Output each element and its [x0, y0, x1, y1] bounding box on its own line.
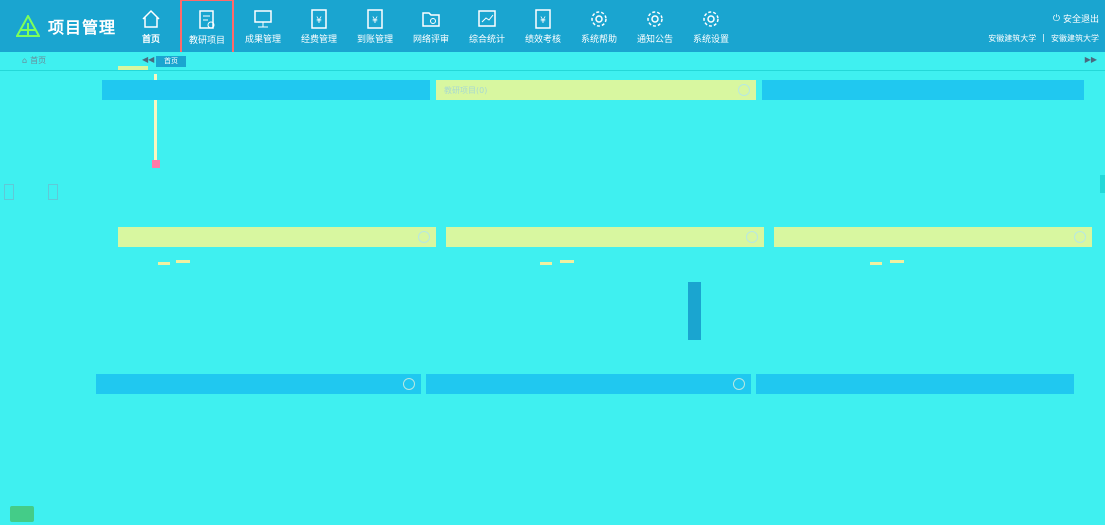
tab-home-label: 首页: [30, 56, 47, 65]
highlight-bar: [118, 66, 148, 70]
tab-scroll-right-button[interactable]: ▶▶: [1085, 55, 1097, 64]
nav-label: 系统设置: [692, 34, 729, 45]
nav-label: 网络评审: [412, 34, 449, 45]
gear-icon: [647, 10, 663, 27]
nav-label: 经费管理: [300, 34, 337, 45]
tab-scroll-left-button[interactable]: ◀◀: [142, 55, 154, 64]
panel-header-bottom-right: [756, 374, 1074, 394]
app-brand: 项目管理: [0, 0, 125, 52]
legend-swatch: [540, 262, 552, 265]
nav-item-funds[interactable]: ¥ 经费管理: [293, 0, 345, 52]
folder-review-icon: [422, 11, 440, 27]
nav-label: 绩效考核: [524, 34, 561, 45]
chart-header-1: [118, 227, 436, 247]
home-icon: [142, 9, 160, 28]
user-name: 安徽建筑大学: [1051, 34, 1099, 43]
tab-active[interactable]: 首页: [156, 56, 186, 67]
chart-bar: [688, 282, 701, 340]
logout-label: 安全退出: [1062, 15, 1099, 25]
nav-item-online-review[interactable]: 网络评审: [405, 0, 457, 52]
legend-swatch: [158, 262, 170, 265]
nav-item-receipts[interactable]: ¥ 到账管理: [349, 0, 401, 52]
left-panel: [0, 70, 100, 525]
download-icon[interactable]: [733, 378, 745, 390]
legend-swatch: [890, 260, 904, 263]
separator: |: [1042, 33, 1045, 42]
legend-swatch: [176, 260, 190, 263]
legend-swatch: [870, 262, 882, 265]
power-icon: ⏻: [1052, 13, 1060, 24]
nav-label: 通知公告: [636, 34, 673, 45]
chat-button[interactable]: [10, 506, 34, 522]
tab-home[interactable]: ⌂ 首页: [22, 55, 46, 66]
user-info: 安徽建筑大学 | 安徽建筑大学: [988, 33, 1099, 44]
project-doc-icon: [199, 9, 215, 29]
org-name: 安徽建筑大学: [988, 34, 1037, 43]
refresh-icon[interactable]: [418, 231, 430, 243]
nav-item-teaching-projects[interactable]: 教研项目: [180, 0, 234, 55]
drag-handle[interactable]: [152, 160, 160, 168]
panel-title: 教研项目(0): [444, 85, 488, 95]
nav-item-notices[interactable]: 通知公告: [629, 0, 681, 52]
nav-label: 到账管理: [356, 34, 393, 45]
refresh-icon[interactable]: [403, 378, 415, 390]
yuan-doc-icon: ¥: [367, 8, 383, 29]
scrollbar[interactable]: [1100, 175, 1105, 193]
svg-text:¥: ¥: [540, 16, 546, 26]
home-icon: ⌂: [22, 56, 28, 65]
nav-item-settings[interactable]: 系统设置: [685, 0, 737, 52]
nav-item-help[interactable]: 系统帮助: [573, 0, 625, 52]
logout-button[interactable]: ⏻ 安全退出: [1052, 12, 1099, 26]
tab-bar: ⌂ 首页 ◀◀ 首页 ▶▶: [0, 52, 1105, 71]
svg-text:¥: ¥: [316, 16, 322, 26]
yuan-doc-icon: ¥: [311, 8, 327, 29]
chart-header-3: [774, 227, 1092, 247]
chart-header-2: [446, 227, 764, 247]
logo-icon: [16, 15, 40, 37]
app-title: 项目管理: [48, 18, 117, 37]
nav-item-home[interactable]: 首页: [125, 0, 177, 52]
panel-header-teaching-projects: 教研项目(0): [436, 80, 756, 100]
nav-label: 教研项目: [188, 35, 225, 46]
gear-icon: [591, 10, 607, 27]
panel-header-right: [762, 80, 1084, 100]
sidebar-button[interactable]: [48, 184, 58, 200]
presentation-icon: [254, 9, 272, 27]
top-navigation-bar: 项目管理 首页 教研项目 成果管理 ¥ 经费管理 ¥ 到账管理 网络评审 综合统…: [0, 0, 1105, 55]
panel-header-left: [102, 80, 430, 100]
svg-text:¥: ¥: [372, 16, 378, 26]
yuan-doc-icon: ¥: [535, 8, 551, 29]
chart-icon: [478, 9, 496, 27]
refresh-icon[interactable]: [738, 84, 750, 96]
nav-item-statistics[interactable]: 综合统计: [461, 0, 513, 52]
nav-label: 首页: [141, 34, 160, 45]
nav-label: 系统帮助: [580, 34, 617, 45]
panel-header-bottom-middle: [426, 374, 751, 394]
legend-swatch: [560, 260, 574, 263]
nav-label: 综合统计: [468, 34, 505, 45]
nav-label: 成果管理: [244, 34, 281, 45]
nav-item-performance[interactable]: ¥ 绩效考核: [517, 0, 569, 52]
refresh-icon[interactable]: [746, 231, 758, 243]
refresh-icon[interactable]: [1074, 231, 1086, 243]
gear-icon: [703, 10, 719, 27]
nav-item-achievements[interactable]: 成果管理: [237, 0, 289, 52]
main-nav: 首页 教研项目 成果管理 ¥ 经费管理 ¥ 到账管理 网络评审 综合统计 ¥ 绩…: [125, 0, 741, 55]
sidebar-button[interactable]: [4, 184, 14, 200]
panel-header-bottom-left: [96, 374, 421, 394]
